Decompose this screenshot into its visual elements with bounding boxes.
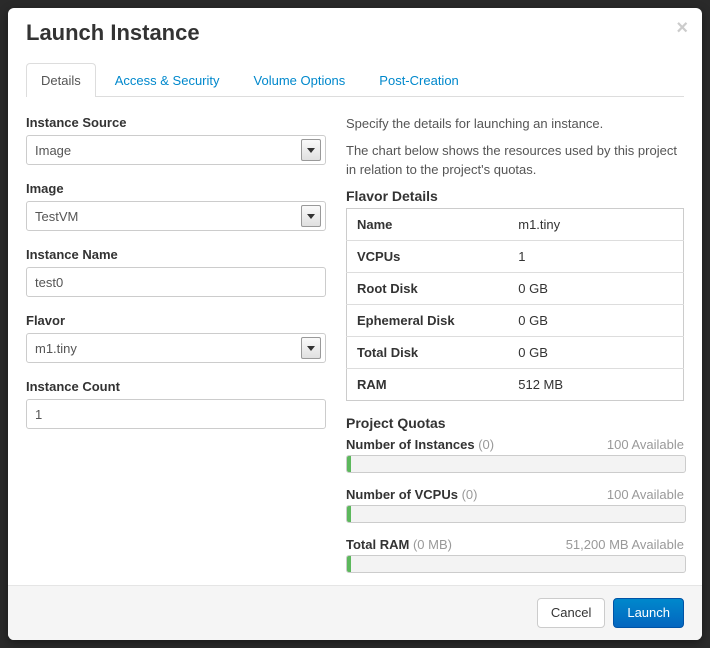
chevron-down-icon: [301, 337, 321, 359]
info-column: Specify the details for launching an ins…: [346, 115, 684, 567]
launch-button[interactable]: Launch: [613, 598, 684, 628]
select-image-value: TestVM: [35, 209, 78, 224]
info-line-1: Specify the details for launching an ins…: [346, 115, 684, 134]
tab-details[interactable]: Details: [26, 63, 96, 97]
label-instance-source: Instance Source: [26, 115, 326, 130]
field-instance-source: Instance Source Image: [26, 115, 326, 165]
tab-access-security[interactable]: Access & Security: [100, 63, 235, 97]
field-flavor: Flavor m1.tiny: [26, 313, 326, 363]
launch-instance-modal: Launch Instance × Details Access & Secur…: [8, 8, 702, 640]
tab-volume-options[interactable]: Volume Options: [239, 63, 361, 97]
table-row: VCPUs1: [347, 240, 684, 272]
quota-instances: Number of Instances (0) 100 Available: [346, 437, 684, 473]
chevron-down-icon: [301, 205, 321, 227]
table-row: Root Disk0 GB: [347, 272, 684, 304]
cancel-button[interactable]: Cancel: [537, 598, 605, 628]
select-flavor-value: m1.tiny: [35, 341, 77, 356]
flavor-details-table: Namem1.tiny VCPUs1 Root Disk0 GB Ephemer…: [346, 208, 684, 401]
select-flavor[interactable]: m1.tiny: [26, 333, 326, 363]
flavor-details-title: Flavor Details: [346, 188, 684, 204]
modal-body: Instance Source Image Image TestVM Insta…: [8, 97, 702, 585]
table-row: Ephemeral Disk0 GB: [347, 304, 684, 336]
field-instance-count: Instance Count: [26, 379, 326, 429]
input-instance-name[interactable]: [26, 267, 326, 297]
field-instance-name: Instance Name: [26, 247, 326, 297]
tab-post-creation[interactable]: Post-Creation: [364, 63, 473, 97]
quota-ram: Total RAM (0 MB) 51,200 MB Available: [346, 537, 684, 573]
label-instance-count: Instance Count: [26, 379, 326, 394]
quota-vcpus: Number of VCPUs (0) 100 Available: [346, 487, 684, 523]
modal-header: Launch Instance ×: [8, 8, 702, 56]
form-column: Instance Source Image Image TestVM Insta…: [26, 115, 326, 567]
modal-title: Launch Instance: [26, 20, 684, 46]
quota-vcpus-bar: [346, 505, 686, 523]
label-image: Image: [26, 181, 326, 196]
table-row: Namem1.tiny: [347, 208, 684, 240]
select-instance-source-value: Image: [35, 143, 71, 158]
quota-ram-bar: [346, 555, 686, 573]
select-image[interactable]: TestVM: [26, 201, 326, 231]
field-image: Image TestVM: [26, 181, 326, 231]
quota-instances-bar: [346, 455, 686, 473]
input-instance-count[interactable]: [26, 399, 326, 429]
project-quotas-title: Project Quotas: [346, 415, 684, 431]
table-row: Total Disk0 GB: [347, 336, 684, 368]
close-icon[interactable]: ×: [676, 18, 688, 38]
table-row: RAM512 MB: [347, 368, 684, 400]
label-flavor: Flavor: [26, 313, 326, 328]
info-line-2: The chart below shows the resources used…: [346, 142, 684, 180]
tab-bar: Details Access & Security Volume Options…: [26, 56, 684, 97]
label-instance-name: Instance Name: [26, 247, 326, 262]
modal-footer: Cancel Launch: [8, 585, 702, 640]
chevron-down-icon: [301, 139, 321, 161]
select-instance-source[interactable]: Image: [26, 135, 326, 165]
